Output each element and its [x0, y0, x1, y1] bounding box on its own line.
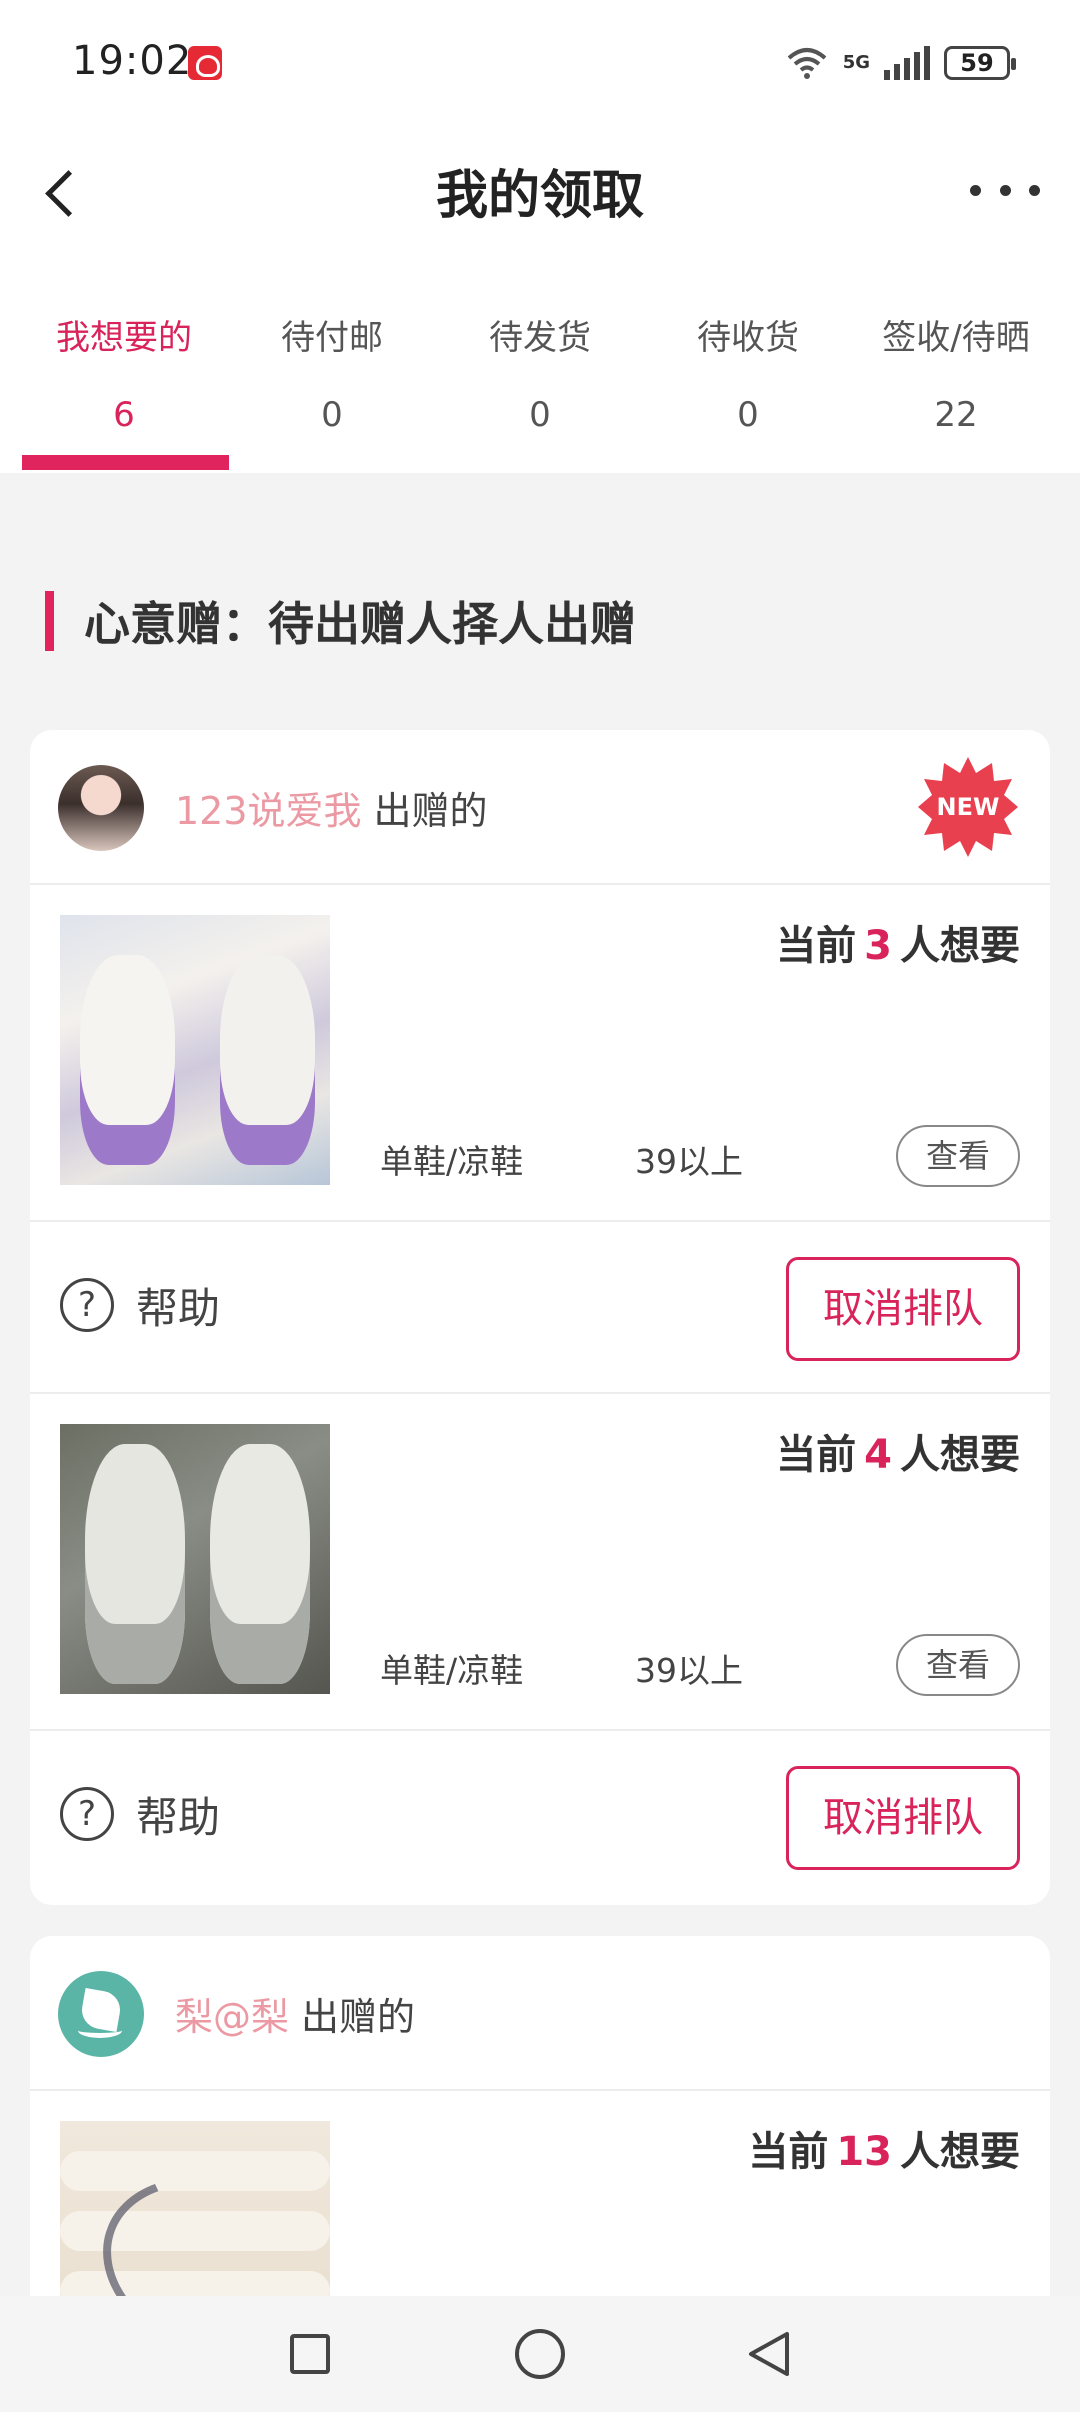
- avatar[interactable]: [58, 1971, 144, 2057]
- wanted-suffix: 人想要: [900, 923, 1020, 969]
- item-actions: ? 帮助 取消排队: [30, 1731, 1050, 1903]
- signal-icon: [884, 46, 930, 80]
- wanted-suffix: 人想要: [900, 2129, 1020, 2175]
- item-thumbnail[interactable]: [60, 1424, 330, 1694]
- giver-name[interactable]: 123说爱我: [175, 789, 362, 833]
- item-actions: ? 帮助 取消排队: [30, 1222, 1050, 1394]
- gift-item[interactable]: 当前 4 人想要 单鞋/凉鞋 39以上 查看: [30, 1394, 1050, 1731]
- giver-row[interactable]: 123说爱我 出赠的 NEW: [30, 730, 1050, 885]
- back-nav-button[interactable]: [745, 2329, 795, 2379]
- cancel-queue-button[interactable]: 取消排队: [786, 1766, 1020, 1870]
- cancel-queue-button[interactable]: 取消排队: [786, 1257, 1020, 1361]
- tab-label: 我想要的: [56, 318, 192, 358]
- giver-info: 梨@梨 出赠的: [175, 1986, 415, 2041]
- giver-row[interactable]: 梨@梨 出赠的: [30, 1936, 1050, 2091]
- active-tab-indicator: [22, 455, 229, 470]
- giver-suffix: 出赠的: [373, 789, 488, 833]
- gift-card: 123说爱我 出赠的 NEW 当前 3 人想要 单鞋/凉鞋 39以上 查看 ? 帮助 …: [30, 730, 1050, 1905]
- tab-count: 0: [529, 395, 551, 435]
- tab-pending-receipt[interactable]: 待收货 0: [644, 255, 852, 473]
- view-button[interactable]: 查看: [896, 1125, 1020, 1187]
- wanted-suffix: 人想要: [900, 1432, 1020, 1478]
- tab-count: 0: [321, 395, 343, 435]
- section-accent-bar: [45, 591, 54, 651]
- more-dot: [1029, 184, 1040, 196]
- giver-info: 123说爱我 出赠的: [175, 780, 488, 835]
- tab-pending-shipment[interactable]: 待发货 0: [436, 255, 644, 473]
- tab-label: 待付邮: [281, 318, 383, 358]
- giver-suffix: 出赠的: [301, 1995, 416, 2039]
- new-badge-label: NEW: [936, 793, 1000, 821]
- tab-pending-postage[interactable]: 待付邮 0: [228, 255, 436, 473]
- system-nav-bar: [0, 2296, 1080, 2412]
- wanted-prefix: 当前: [776, 1432, 857, 1478]
- app-notification-icon: [188, 46, 222, 80]
- tab-count: 6: [113, 395, 135, 435]
- help-link[interactable]: ? 帮助: [60, 1272, 220, 1338]
- top-bar: 我的领取: [0, 125, 1080, 255]
- wanted-count: 当前 4 人想要: [776, 1422, 1020, 1480]
- wanted-count: 当前 13 人想要: [748, 2119, 1020, 2177]
- item-size: 39以上: [635, 1651, 743, 1690]
- question-circle-icon: ?: [60, 1787, 114, 1841]
- status-bar: 19:02 5G 59: [0, 0, 1080, 125]
- giver-name[interactable]: 梨@梨: [175, 1995, 289, 2039]
- wanted-number: 3: [864, 923, 892, 969]
- item-thumbnail[interactable]: [60, 915, 330, 1185]
- tab-wanted[interactable]: 我想要的 6: [20, 255, 228, 473]
- page-title: 我的领取: [435, 166, 644, 226]
- item-category: 单鞋/凉鞋: [380, 1142, 524, 1181]
- new-badge: NEW: [916, 755, 1020, 859]
- more-dot: [999, 184, 1011, 196]
- wanted-number: 13: [836, 2129, 892, 2175]
- status-time: 19:02: [72, 38, 193, 84]
- avatar[interactable]: [58, 765, 144, 851]
- wanted-count: 当前 3 人想要: [776, 913, 1020, 971]
- tab-count: 22: [934, 395, 978, 435]
- tab-label: 待发货: [489, 318, 591, 358]
- wifi-icon: [785, 46, 829, 80]
- battery-icon: 59: [944, 46, 1016, 80]
- gift-card: 梨@梨 出赠的 当前 13 人想要: [30, 1936, 1050, 2356]
- wanted-number: 4: [864, 1432, 892, 1478]
- status-tabs: 我想要的 6 待付邮 0 待发货 0 待收货 0 签收/待晒 22: [0, 255, 1080, 473]
- tab-label: 待收货: [697, 318, 799, 358]
- help-label: 帮助: [136, 1283, 221, 1333]
- help-link[interactable]: ? 帮助: [60, 1781, 220, 1847]
- view-button[interactable]: 查看: [896, 1634, 1020, 1696]
- more-options-button[interactable]: [970, 165, 1040, 215]
- wanted-prefix: 当前: [748, 2129, 829, 2175]
- tab-count: 0: [737, 395, 759, 435]
- item-size: 39以上: [635, 1142, 743, 1181]
- section-heading: 心意赠：待出赠人择人出赠: [45, 590, 636, 652]
- network-type: 5G: [842, 52, 870, 73]
- home-button[interactable]: [515, 2329, 565, 2379]
- gift-item[interactable]: 当前 3 人想要 单鞋/凉鞋 39以上 查看: [30, 885, 1050, 1222]
- recents-button[interactable]: [290, 2334, 330, 2374]
- more-dots-icon: [970, 184, 981, 196]
- triangle-back-icon: [749, 2332, 789, 2376]
- question-circle-icon: ?: [60, 1278, 114, 1332]
- help-label: 帮助: [136, 1792, 221, 1842]
- tab-signed-review[interactable]: 签收/待晒 22: [852, 255, 1060, 473]
- tab-label: 签收/待晒: [882, 318, 1030, 358]
- section-title: 心意赠：待出赠人择人出赠: [84, 597, 636, 651]
- wanted-prefix: 当前: [776, 923, 857, 969]
- battery-level: 59: [960, 49, 994, 77]
- item-category: 单鞋/凉鞋: [380, 1651, 524, 1690]
- status-indicators: 5G 59: [785, 38, 1016, 88]
